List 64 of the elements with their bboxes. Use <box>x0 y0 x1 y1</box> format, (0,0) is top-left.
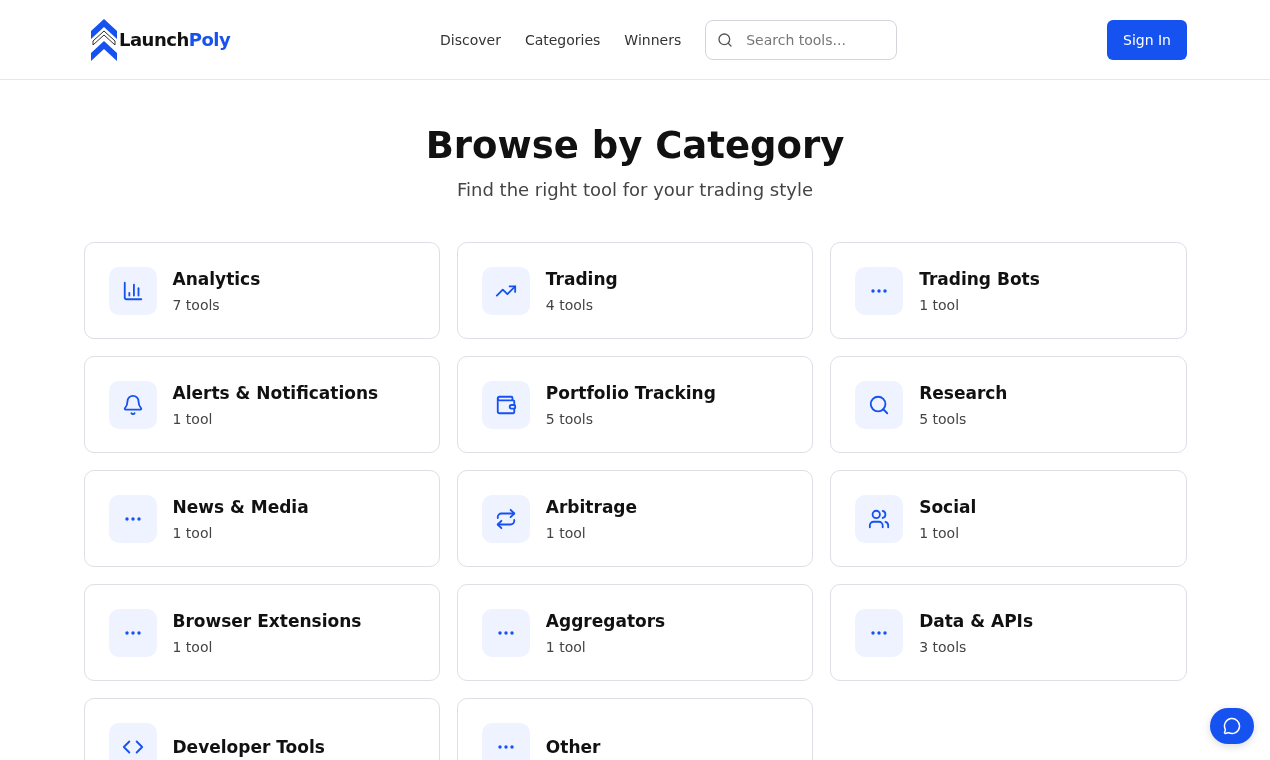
tool-count: 7 tools <box>172 296 221 313</box>
chevron-logo-icon <box>91 18 117 61</box>
category-card[interactable]: Research 5 tools <box>830 356 1187 453</box>
tool-count: 1 tool <box>545 638 587 655</box>
dots-icon <box>497 744 514 749</box>
nav-link[interactable]: Categories <box>524 31 601 48</box>
wallet-icon <box>494 393 517 416</box>
tool-count: 1 tool <box>172 410 214 427</box>
category-name: Trading <box>545 268 618 289</box>
chat-button[interactable] <box>1210 708 1254 744</box>
dots-icon <box>871 630 888 635</box>
category-card[interactable]: Analytics 7 tools <box>83 242 440 339</box>
category-card[interactable]: Other <box>456 698 814 760</box>
search-field[interactable]: Search tools... <box>705 19 898 60</box>
sign-in-button[interactable]: Sign In <box>1107 19 1187 60</box>
category-name: Alerts & Notifications <box>172 382 379 403</box>
repeat-arrows-icon <box>494 507 517 530</box>
dots-icon <box>124 516 141 521</box>
tool-count: 1 tool <box>172 524 214 541</box>
category-card[interactable]: Trading 4 tools <box>456 242 814 339</box>
category-card[interactable]: Arbitrage 1 tool <box>456 470 814 567</box>
category-name: Data & APIs <box>919 610 1034 631</box>
category-card[interactable]: Alerts & Notifications 1 tool <box>83 356 440 453</box>
category-name: Social <box>919 496 977 517</box>
dots-icon <box>497 630 514 635</box>
chat-bubble-icon <box>1223 717 1241 735</box>
category-name: Arbitrage <box>545 496 638 517</box>
category-card[interactable]: Trading Bots 1 tool <box>830 242 1187 339</box>
category-card[interactable]: News & Media 1 tool <box>83 470 440 567</box>
category-name: Analytics <box>172 268 261 289</box>
category-card[interactable]: Developer Tools <box>83 698 440 760</box>
search-icon <box>717 31 734 48</box>
dots-icon <box>871 288 888 293</box>
category-name: Aggregators <box>545 610 666 631</box>
category-name: Portfolio Tracking <box>545 382 716 403</box>
tool-count: 1 tool <box>172 638 214 655</box>
nav-link[interactable]: Discover <box>440 31 501 48</box>
logo-text[interactable]: LaunchPoly <box>119 29 231 50</box>
category-name: News & Media <box>172 496 309 517</box>
users-icon <box>868 507 891 530</box>
dots-icon <box>124 630 141 635</box>
category-card[interactable]: Data & APIs 3 tools <box>830 584 1187 681</box>
tool-count: 1 tool <box>545 524 587 541</box>
category-name: Browser Extensions <box>172 610 362 631</box>
page-title: Browse by Category <box>425 124 845 167</box>
category-card[interactable]: Aggregators 1 tool <box>456 584 814 681</box>
category-name: Research <box>919 382 1008 403</box>
tool-count: 5 tools <box>919 410 968 427</box>
category-name: Other <box>545 736 601 757</box>
page-subtitle: Find the right tool for your trading style <box>457 179 813 200</box>
category-card[interactable]: Social 1 tool <box>830 470 1187 567</box>
nav-link[interactable]: Winners <box>624 31 682 48</box>
category-name: Trading Bots <box>919 268 1040 289</box>
category-card[interactable]: Browser Extensions 1 tool <box>83 584 440 681</box>
category-card[interactable]: Portfolio Tracking 5 tools <box>456 356 814 453</box>
bell-icon <box>121 393 144 416</box>
search-icon <box>868 393 891 416</box>
tool-count: 3 tools <box>919 638 968 655</box>
category-name: Developer Tools <box>172 736 325 757</box>
tool-count: 1 tool <box>919 524 961 541</box>
bar-chart-icon <box>121 279 144 302</box>
tool-count: 4 tools <box>545 296 594 313</box>
tool-count: 5 tools <box>545 410 594 427</box>
tool-count: 1 tool <box>919 296 961 313</box>
